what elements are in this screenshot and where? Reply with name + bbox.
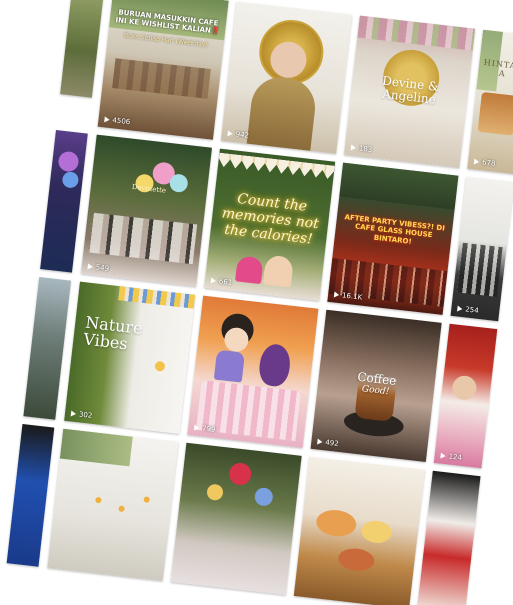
- video-tile[interactable]: [6, 424, 55, 567]
- view-count: 549: [87, 262, 109, 273]
- play-icon: [473, 158, 480, 166]
- view-count: 302: [70, 409, 93, 420]
- play-icon: [193, 424, 200, 432]
- video-caption: Count the memories not the calories!: [221, 190, 320, 248]
- video-tile[interactable]: Coffee Good! 492: [310, 309, 442, 462]
- video-tile[interactable]: AFTER PARTY VIBESS?! DI CAFE GLASS HOUSE…: [327, 162, 459, 315]
- play-icon: [440, 452, 446, 460]
- video-tile[interactable]: [60, 0, 105, 98]
- video-tile[interactable]: Devinette 549: [80, 134, 212, 287]
- view-count: 678: [473, 158, 496, 168]
- view-count: 4506: [104, 115, 131, 126]
- video-caption: Devine & Angeline: [381, 73, 440, 107]
- video-tile[interactable]: [293, 456, 425, 605]
- play-icon: [457, 305, 463, 313]
- view-count: 661: [210, 276, 233, 287]
- video-tile[interactable]: [47, 428, 179, 581]
- video-tile[interactable]: Count the memories not the calories! 661: [204, 148, 336, 301]
- view-count: 124: [440, 452, 462, 462]
- video-tile[interactable]: [23, 276, 72, 420]
- play-icon: [104, 116, 110, 123]
- play-icon: [210, 277, 217, 285]
- play-icon: [87, 263, 94, 270]
- view-count: 183: [350, 143, 373, 154]
- play-icon: [227, 130, 234, 137]
- view-count: 799: [193, 424, 216, 434]
- video-tile[interactable]: 254: [450, 176, 513, 322]
- video-grid-canvas: BURUAN MASUKKIN CAFE INI KE WISHLIST KAL…: [0, 0, 513, 605]
- video-tile[interactable]: 124: [433, 323, 498, 469]
- video-subcaption: Buka Setiap Hari (Weekday): [123, 31, 209, 49]
- play-icon: [70, 410, 77, 418]
- video-tile[interactable]: [170, 442, 302, 595]
- video-tile[interactable]: Devine & Angeline 183: [344, 15, 476, 168]
- view-count: 942: [227, 129, 249, 140]
- video-tile[interactable]: 799: [187, 295, 319, 448]
- video-tile[interactable]: 942: [220, 1, 352, 154]
- video-caption: AFTER PARTY VIBESS?! DI CAFE GLASS HOUSE…: [344, 213, 446, 246]
- play-icon: [333, 291, 340, 299]
- video-tile[interactable]: [416, 470, 481, 605]
- video-tile[interactable]: HINTAL A 678: [467, 29, 513, 175]
- video-tile[interactable]: Nature Vibes 302: [64, 281, 196, 434]
- view-count: 492: [317, 438, 339, 448]
- video-grid: BURUAN MASUKKIN CAFE INI KE WISHLIST KAL…: [0, 0, 513, 605]
- video-tile[interactable]: [40, 129, 88, 273]
- play-icon: [317, 438, 323, 446]
- video-caption: Devinette: [131, 182, 167, 195]
- play-icon: [350, 144, 357, 151]
- video-caption: Nature Vibes: [82, 312, 144, 354]
- view-count: 254: [457, 305, 479, 315]
- video-tile[interactable]: BURUAN MASUKKIN CAFE INI KE WISHLIST KAL…: [97, 0, 229, 140]
